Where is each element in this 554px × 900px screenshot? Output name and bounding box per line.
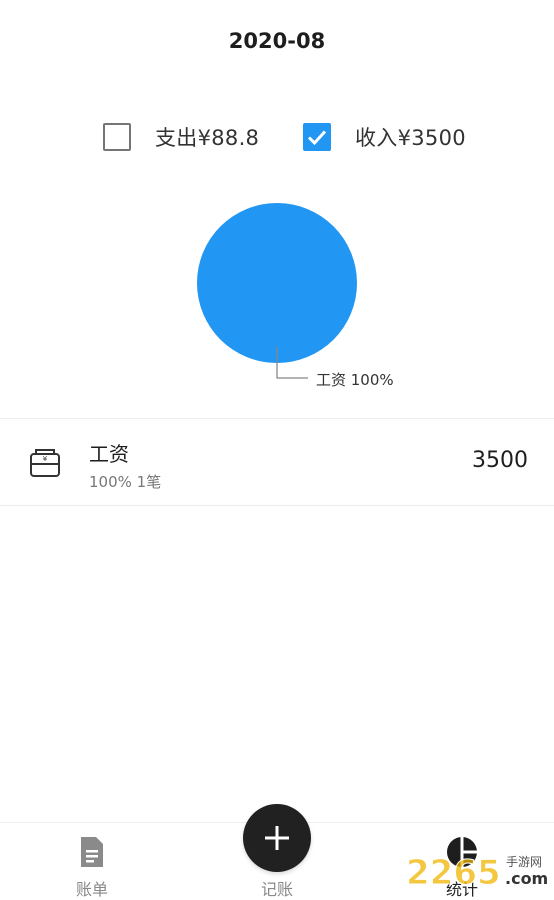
- pie-slice-0[interactable]: [197, 203, 357, 363]
- category-row[interactable]: ¥ 工资 100% 1笔 3500: [0, 420, 554, 506]
- expense-filter[interactable]: 支出¥88.8: [103, 118, 259, 156]
- svg-text:¥: ¥: [43, 455, 48, 463]
- category-detail: 100% 1笔: [89, 473, 162, 491]
- nav-bills[interactable]: 账单: [32, 823, 152, 900]
- wallet-icon: ¥: [30, 449, 60, 477]
- nav-bills-label: 账单: [75, 880, 108, 899]
- add-record-button[interactable]: [243, 804, 311, 872]
- svg-text:2265: 2265: [406, 853, 501, 893]
- income-checkbox[interactable]: [303, 123, 331, 151]
- category-name: 工资: [89, 442, 129, 466]
- slice-label: 工资 100%: [316, 371, 394, 389]
- expense-label: 支出¥88.8: [155, 126, 260, 150]
- filter-row: 支出¥88.8 收入¥3500: [0, 118, 554, 156]
- svg-text:手游网: 手游网: [506, 855, 542, 869]
- document-icon: [81, 837, 103, 867]
- divider-bottom: [0, 505, 554, 506]
- divider-top: [0, 418, 554, 419]
- month-title[interactable]: 2020-08: [229, 29, 325, 53]
- checkmark-icon: [307, 130, 327, 146]
- category-amount: 3500: [472, 448, 528, 473]
- site-watermark-logo: 2265 手游网 .com: [406, 853, 548, 894]
- income-label: 收入¥3500: [355, 126, 466, 150]
- plus-icon: [265, 826, 289, 850]
- header: 2020-08: [0, 0, 554, 84]
- pie-chart: 工资 100%: [197, 203, 394, 389]
- svg-text:.com: .com: [505, 869, 548, 888]
- nav-record-label[interactable]: 记账: [217, 876, 337, 900]
- income-filter[interactable]: 收入¥3500: [303, 118, 466, 156]
- expense-checkbox[interactable]: [103, 123, 131, 151]
